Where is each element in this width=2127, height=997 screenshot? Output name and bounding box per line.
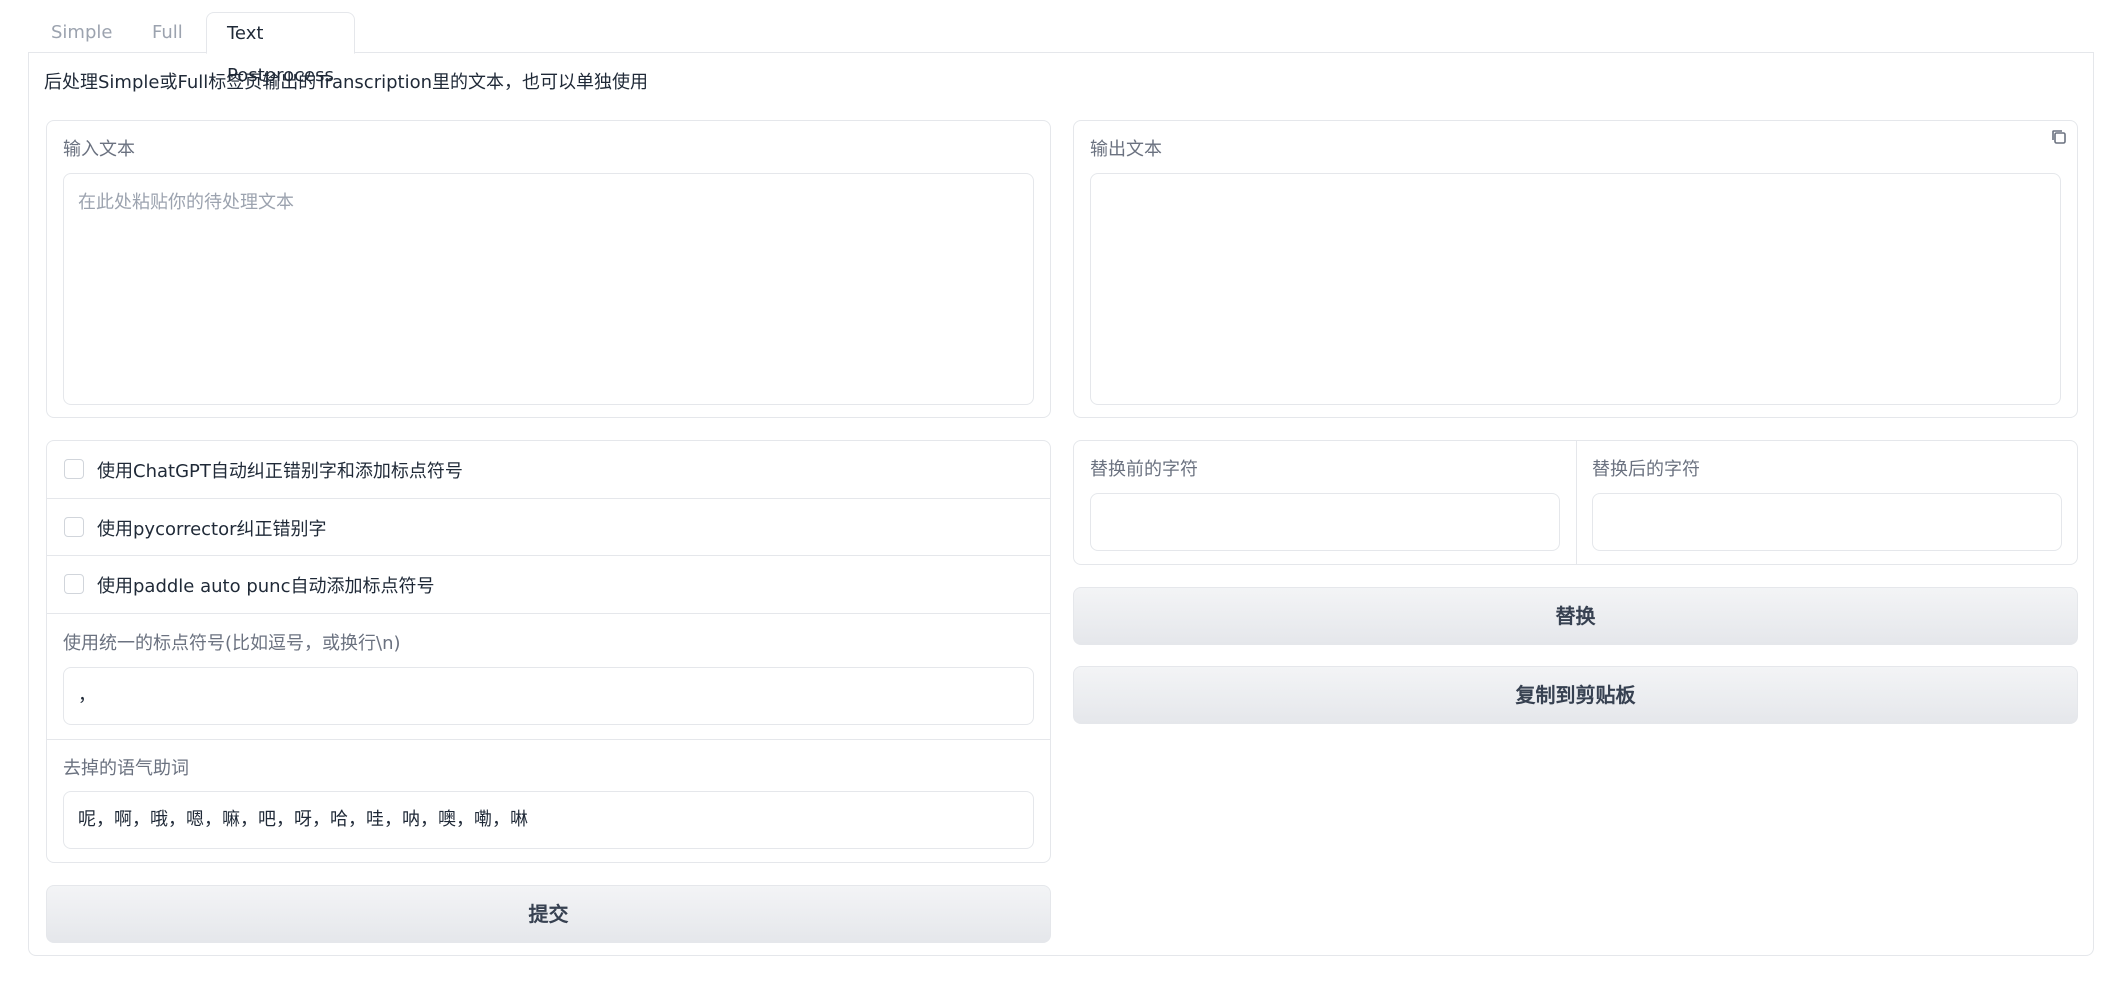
replace-after-input[interactable] bbox=[1592, 493, 2062, 551]
option-paddle-label: 使用paddle auto punc自动添加标点符号 bbox=[97, 576, 435, 597]
punctuation-section bbox=[47, 613, 1050, 614]
input-text-placeholder: 在此处粘贴你的待处理文本 bbox=[78, 192, 294, 213]
replace-block: 替换前的字符 替换后的字符 bbox=[1073, 440, 2078, 565]
output-text-block: 输出文本 bbox=[1073, 120, 2078, 418]
option-chatgpt-label: 使用ChatGPT自动纠正错别字和添加标点符号 bbox=[97, 461, 463, 482]
punctuation-input[interactable]: ， bbox=[63, 667, 1034, 725]
page-description: 后处理Simple或Full标签页输出的Transcription里的文本，也可… bbox=[44, 72, 649, 93]
tab-full[interactable]: Full bbox=[152, 12, 183, 52]
replace-before-label: 替换前的字符 bbox=[1090, 459, 1198, 480]
replace-divider bbox=[1576, 441, 1577, 564]
replace-before-input[interactable] bbox=[1090, 493, 1560, 551]
replace-after-label: 替换后的字符 bbox=[1592, 459, 1700, 480]
submit-button[interactable]: 提交 bbox=[46, 885, 1051, 943]
punctuation-label: 使用统一的标点符号(比如逗号，或换行\n) bbox=[63, 633, 401, 654]
tab-simple[interactable]: Simple bbox=[51, 12, 112, 52]
output-text-label: 输出文本 bbox=[1090, 139, 1162, 160]
option-pycorrector-row[interactable]: 使用pycorrector纠正错别字 bbox=[47, 498, 1051, 555]
modal-particles-section bbox=[47, 739, 1050, 740]
option-paddle-checkbox[interactable] bbox=[64, 574, 84, 594]
modal-particles-label: 去掉的语气助词 bbox=[63, 758, 189, 779]
option-chatgpt-checkbox[interactable] bbox=[64, 459, 84, 479]
copy-icon[interactable] bbox=[2049, 127, 2069, 147]
option-chatgpt-row[interactable]: 使用ChatGPT自动纠正错别字和添加标点符号 bbox=[47, 441, 1051, 498]
replace-button[interactable]: 替换 bbox=[1073, 587, 2078, 645]
input-text-area[interactable]: 在此处粘贴你的待处理文本 bbox=[63, 173, 1034, 405]
input-text-block: 输入文本 在此处粘贴你的待处理文本 bbox=[46, 120, 1051, 418]
copy-to-clipboard-button[interactable]: 复制到剪贴板 bbox=[1073, 666, 2078, 724]
output-text-area[interactable] bbox=[1090, 173, 2061, 405]
option-pycorrector-checkbox[interactable] bbox=[64, 517, 84, 537]
option-pycorrector-label: 使用pycorrector纠正错别字 bbox=[97, 519, 327, 540]
input-text-label: 输入文本 bbox=[63, 139, 135, 160]
tab-text-postprocess[interactable]: Text Postprocess bbox=[206, 12, 355, 86]
option-paddle-row[interactable]: 使用paddle auto punc自动添加标点符号 bbox=[47, 555, 1051, 612]
options-block: 使用ChatGPT自动纠正错别字和添加标点符号 使用pycorrector纠正错… bbox=[46, 440, 1051, 863]
modal-particles-input[interactable]: 呢，啊，哦，嗯，嘛，吧，呀，哈，哇，呐，噢，嘞，啉 bbox=[63, 791, 1034, 849]
